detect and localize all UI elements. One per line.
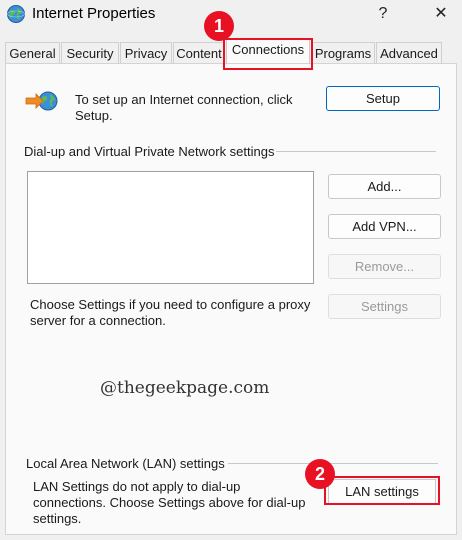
tab-advanced[interactable]: Advanced bbox=[376, 42, 442, 63]
settings-button[interactable]: Settings bbox=[328, 294, 441, 319]
section-divider bbox=[276, 151, 436, 152]
proxy-description: Choose Settings if you need to configure… bbox=[30, 297, 311, 328]
tab-content[interactable]: Content bbox=[173, 42, 225, 63]
close-button[interactable]: ✕ bbox=[428, 3, 454, 25]
network-setup-icon bbox=[24, 88, 60, 114]
step-badge-2: 2 bbox=[305, 459, 335, 489]
tab-privacy[interactable]: Privacy bbox=[120, 42, 172, 63]
add-vpn-button[interactable]: Add VPN... bbox=[328, 214, 441, 239]
tab-programs[interactable]: Programs bbox=[311, 42, 375, 63]
internet-globe-icon bbox=[6, 4, 26, 24]
step-badge-1: 1 bbox=[204, 11, 234, 41]
dialup-section-title: Dial-up and Virtual Private Network sett… bbox=[24, 144, 275, 159]
tab-security[interactable]: Security bbox=[61, 42, 119, 63]
window-title: Internet Properties bbox=[32, 5, 156, 22]
connections-tab-highlight bbox=[223, 38, 313, 70]
lan-settings-highlight bbox=[324, 476, 440, 505]
connections-listbox[interactable] bbox=[27, 171, 314, 284]
tab-general[interactable]: General bbox=[5, 42, 60, 63]
lan-section-title: Local Area Network (LAN) settings bbox=[26, 456, 225, 471]
lan-description: LAN Settings do not apply to dial-up con… bbox=[33, 479, 306, 526]
remove-button[interactable]: Remove... bbox=[328, 254, 441, 279]
help-button[interactable]: ? bbox=[370, 3, 396, 25]
lan-section-divider bbox=[228, 463, 438, 464]
watermark-text: @thegeekpage.com bbox=[100, 378, 270, 398]
setup-button[interactable]: Setup bbox=[326, 86, 440, 111]
setup-description: To set up an Internet connection, click … bbox=[75, 92, 293, 123]
add-button[interactable]: Add... bbox=[328, 174, 441, 199]
